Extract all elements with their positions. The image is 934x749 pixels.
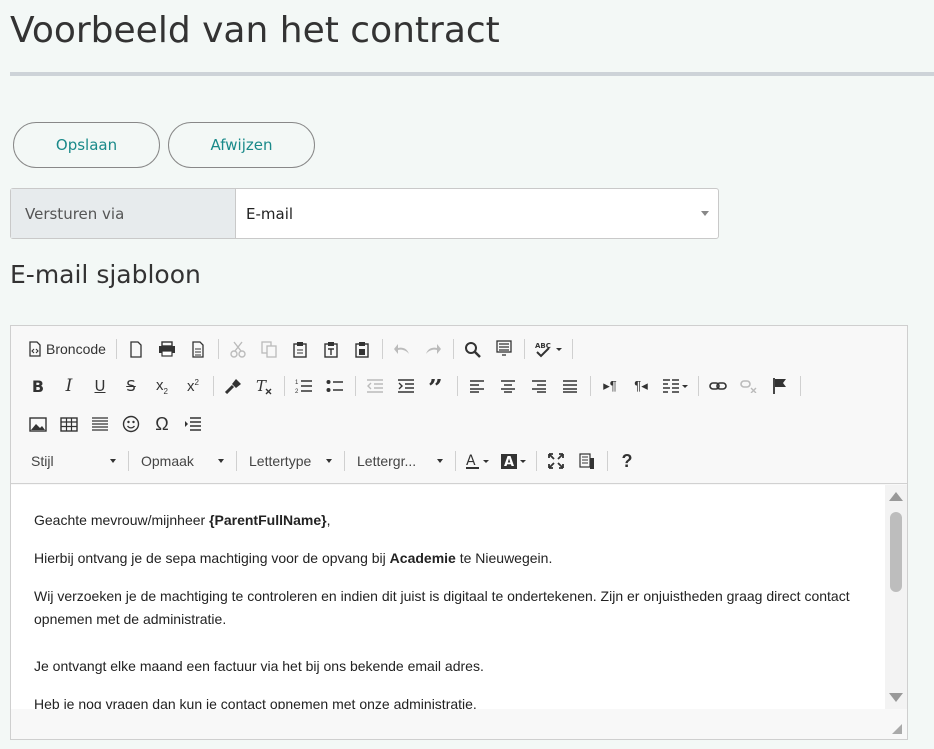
background-color-icon[interactable]: A (497, 448, 529, 474)
align-left-icon[interactable] (464, 373, 490, 399)
rich-text-editor: Broncode ABC B I U S x2 x2 T 1 2 ▸¶ ¶◂ Ω… (10, 325, 908, 740)
editor-content[interactable]: Geachte mevrouw/mijnheer {ParentFullName… (11, 485, 885, 709)
numbered-list-icon[interactable]: 12 (291, 373, 317, 399)
bullet-list-icon[interactable] (322, 373, 348, 399)
svg-text:A: A (466, 453, 476, 469)
font-combo-label: Lettertype (249, 453, 312, 469)
source-code-label: Broncode (46, 341, 106, 357)
save-button[interactable]: Opslaan (13, 122, 160, 168)
send-via-value: E-mail (246, 204, 294, 223)
align-center-icon[interactable] (495, 373, 521, 399)
underline-icon[interactable]: U (87, 373, 113, 399)
text-direction-ltr-icon[interactable]: ▸¶ (597, 373, 623, 399)
select-all-icon[interactable] (491, 336, 517, 362)
svg-text:A: A (504, 455, 514, 470)
style-combo[interactable]: Stijl (25, 448, 122, 474)
svg-text:2: 2 (295, 389, 299, 394)
reject-button[interactable]: Afwijzen (168, 122, 315, 168)
font-size-combo-label: Lettergr... (357, 453, 417, 469)
title-divider (10, 72, 934, 76)
show-blocks-icon[interactable] (574, 448, 600, 474)
line2-suffix: te Nieuwegein. (455, 550, 553, 566)
email-line-3: Wij verzoeken je de machtiging te contro… (34, 588, 850, 627)
style-combo-label: Stijl (31, 453, 54, 469)
remove-format-icon[interactable]: T (251, 373, 277, 399)
print-icon[interactable] (154, 336, 180, 362)
send-via-select[interactable]: E-mail (236, 189, 718, 238)
copy-icon[interactable] (256, 336, 282, 362)
paste-text-icon[interactable] (318, 336, 344, 362)
font-combo[interactable]: Lettertype (243, 448, 338, 474)
send-via-label: Versturen via (11, 189, 236, 238)
redo-icon[interactable] (420, 336, 446, 362)
svg-text:T: T (256, 378, 267, 395)
text-direction-rtl-icon[interactable]: ¶◂ (628, 373, 654, 399)
svg-text:”: ” (428, 379, 443, 393)
send-via-group: Versturen via E-mail (10, 188, 719, 239)
line2-text: Hierbij ontvang je de sepa machtiging vo… (34, 550, 390, 566)
email-greeting: Geachte mevrouw/mijnheer {ParentFullName… (34, 509, 861, 532)
smiley-icon[interactable] (118, 411, 144, 437)
help-icon[interactable]: ? (614, 448, 640, 474)
template-title: E-mail sjabloon (10, 260, 201, 289)
email-line-5: Heb je nog vragen dan kun je contact opn… (34, 696, 477, 709)
font-size-combo[interactable]: Lettergr... (351, 448, 449, 474)
superscript-icon[interactable]: x2 (180, 373, 206, 399)
cut-icon[interactable] (225, 336, 251, 362)
resize-grip-icon[interactable] (892, 724, 902, 734)
special-character-icon[interactable]: Ω (149, 411, 175, 437)
table-icon[interactable] (56, 411, 82, 437)
paste-word-icon[interactable] (349, 336, 375, 362)
chevron-down-icon (701, 211, 709, 216)
copy-format-icon[interactable] (220, 373, 246, 399)
editor-toolbar: Broncode ABC B I U S x2 x2 T 1 2 ▸¶ ¶◂ Ω… (11, 326, 907, 484)
align-justify-icon[interactable] (557, 373, 583, 399)
scroll-down-icon[interactable] (889, 693, 903, 702)
editor-statusbar (11, 709, 907, 739)
image-icon[interactable] (25, 411, 51, 437)
parent-name-placeholder: {ParentFullName} (209, 512, 327, 528)
unlink-icon[interactable] (736, 373, 762, 399)
format-combo[interactable]: Opmaak (135, 448, 230, 474)
source-code-button[interactable]: Broncode (25, 336, 109, 362)
greeting-suffix: , (326, 512, 331, 528)
italic-icon[interactable]: I (56, 373, 82, 399)
editor-scrollbar[interactable] (885, 485, 907, 709)
page-break-icon[interactable] (180, 411, 206, 437)
bold-icon[interactable]: B (25, 373, 51, 399)
spellcheck-icon[interactable]: ABC (531, 336, 565, 362)
blockquote-icon[interactable]: ” (424, 373, 450, 399)
format-combo-label: Opmaak (141, 453, 194, 469)
horizontal-rule-icon[interactable] (87, 411, 113, 437)
svg-text:1: 1 (295, 380, 299, 386)
help-label: ? (621, 450, 633, 471)
email-line-2: Hierbij ontvang je de sepa machtiging vo… (34, 547, 861, 570)
page-title: Voorbeeld van het contract (10, 10, 500, 51)
templates-icon[interactable] (185, 336, 211, 362)
strikethrough-icon[interactable]: S (118, 373, 144, 399)
link-icon[interactable] (705, 373, 731, 399)
decrease-indent-icon[interactable] (362, 373, 388, 399)
email-line-4: Je ontvangt elke maand een factuur via h… (34, 658, 484, 674)
anchor-flag-icon[interactable] (767, 373, 793, 399)
paste-icon[interactable] (287, 336, 313, 362)
language-icon[interactable] (659, 373, 691, 399)
source-icon (29, 341, 41, 357)
search-icon[interactable] (460, 336, 486, 362)
text-color-icon[interactable]: A (462, 448, 492, 474)
scroll-up-icon[interactable] (889, 492, 903, 501)
align-right-icon[interactable] (526, 373, 552, 399)
subscript-icon[interactable]: x2 (149, 373, 175, 399)
new-page-icon[interactable] (123, 336, 149, 362)
scroll-thumb[interactable] (890, 512, 902, 592)
organisation-name: Academie (389, 550, 456, 566)
increase-indent-icon[interactable] (393, 373, 419, 399)
greeting-text: Geachte mevrouw/mijnheer (34, 512, 210, 528)
undo-icon[interactable] (389, 336, 415, 362)
maximize-icon[interactable] (543, 448, 569, 474)
